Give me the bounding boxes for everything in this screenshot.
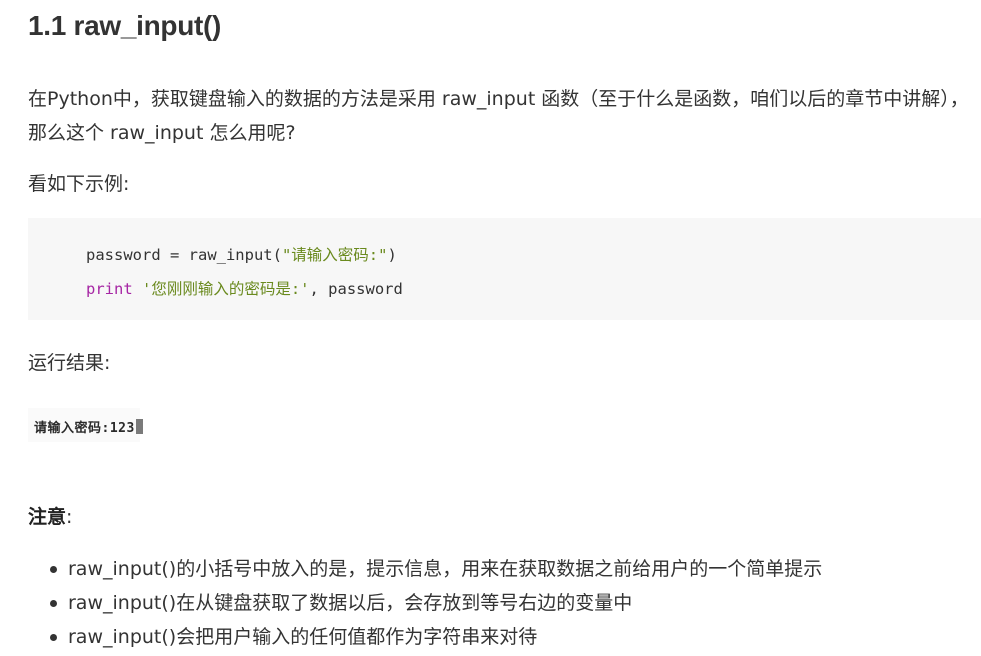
- code-line-2: print '您刚刚输入的密码是:', password: [86, 277, 403, 299]
- cursor-block: [135, 419, 143, 434]
- notes-list: raw_input()的小括号中放入的是，提示信息，用来在获取数据之前给用户的一…: [28, 552, 822, 654]
- code-string: "请输入密码:": [281, 246, 388, 264]
- terminal-text: 请输入密码:123: [34, 417, 143, 436]
- code-block: password = raw_input("请输入密码:") print '您刚…: [28, 218, 981, 320]
- terminal-output-image: 请输入密码:123: [28, 408, 143, 442]
- code-text: password = raw_input(: [86, 246, 282, 264]
- terminal-line: 请输入密码:123: [34, 421, 135, 436]
- note-colon: :: [66, 506, 73, 528]
- section-heading: 1.1 raw_input(): [28, 10, 222, 41]
- note-label: 注意: [28, 506, 67, 528]
- code-string: '您刚刚输入的密码是:': [142, 280, 310, 298]
- example-label: 看如下示例:: [28, 173, 130, 195]
- note-heading: 注意:: [28, 500, 72, 534]
- intro-paragraph: 在Python中，获取键盘输入的数据的方法是采用 raw_input 函数（至于…: [28, 88, 969, 144]
- result-label: 运行结果:: [28, 352, 111, 374]
- code-line-1: password = raw_input("请输入密码:"): [86, 243, 397, 265]
- list-item: raw_input()在从键盘获取了数据以后，会存放到等号右边的变量中: [28, 586, 822, 620]
- code-text: , password: [309, 280, 403, 298]
- list-item: raw_input()会把用户输入的任何值都作为字符串来对待: [28, 620, 822, 654]
- code-text: ): [387, 246, 397, 264]
- code-keyword: print: [86, 280, 133, 298]
- list-item: raw_input()的小括号中放入的是，提示信息，用来在获取数据之前给用户的一…: [28, 552, 822, 586]
